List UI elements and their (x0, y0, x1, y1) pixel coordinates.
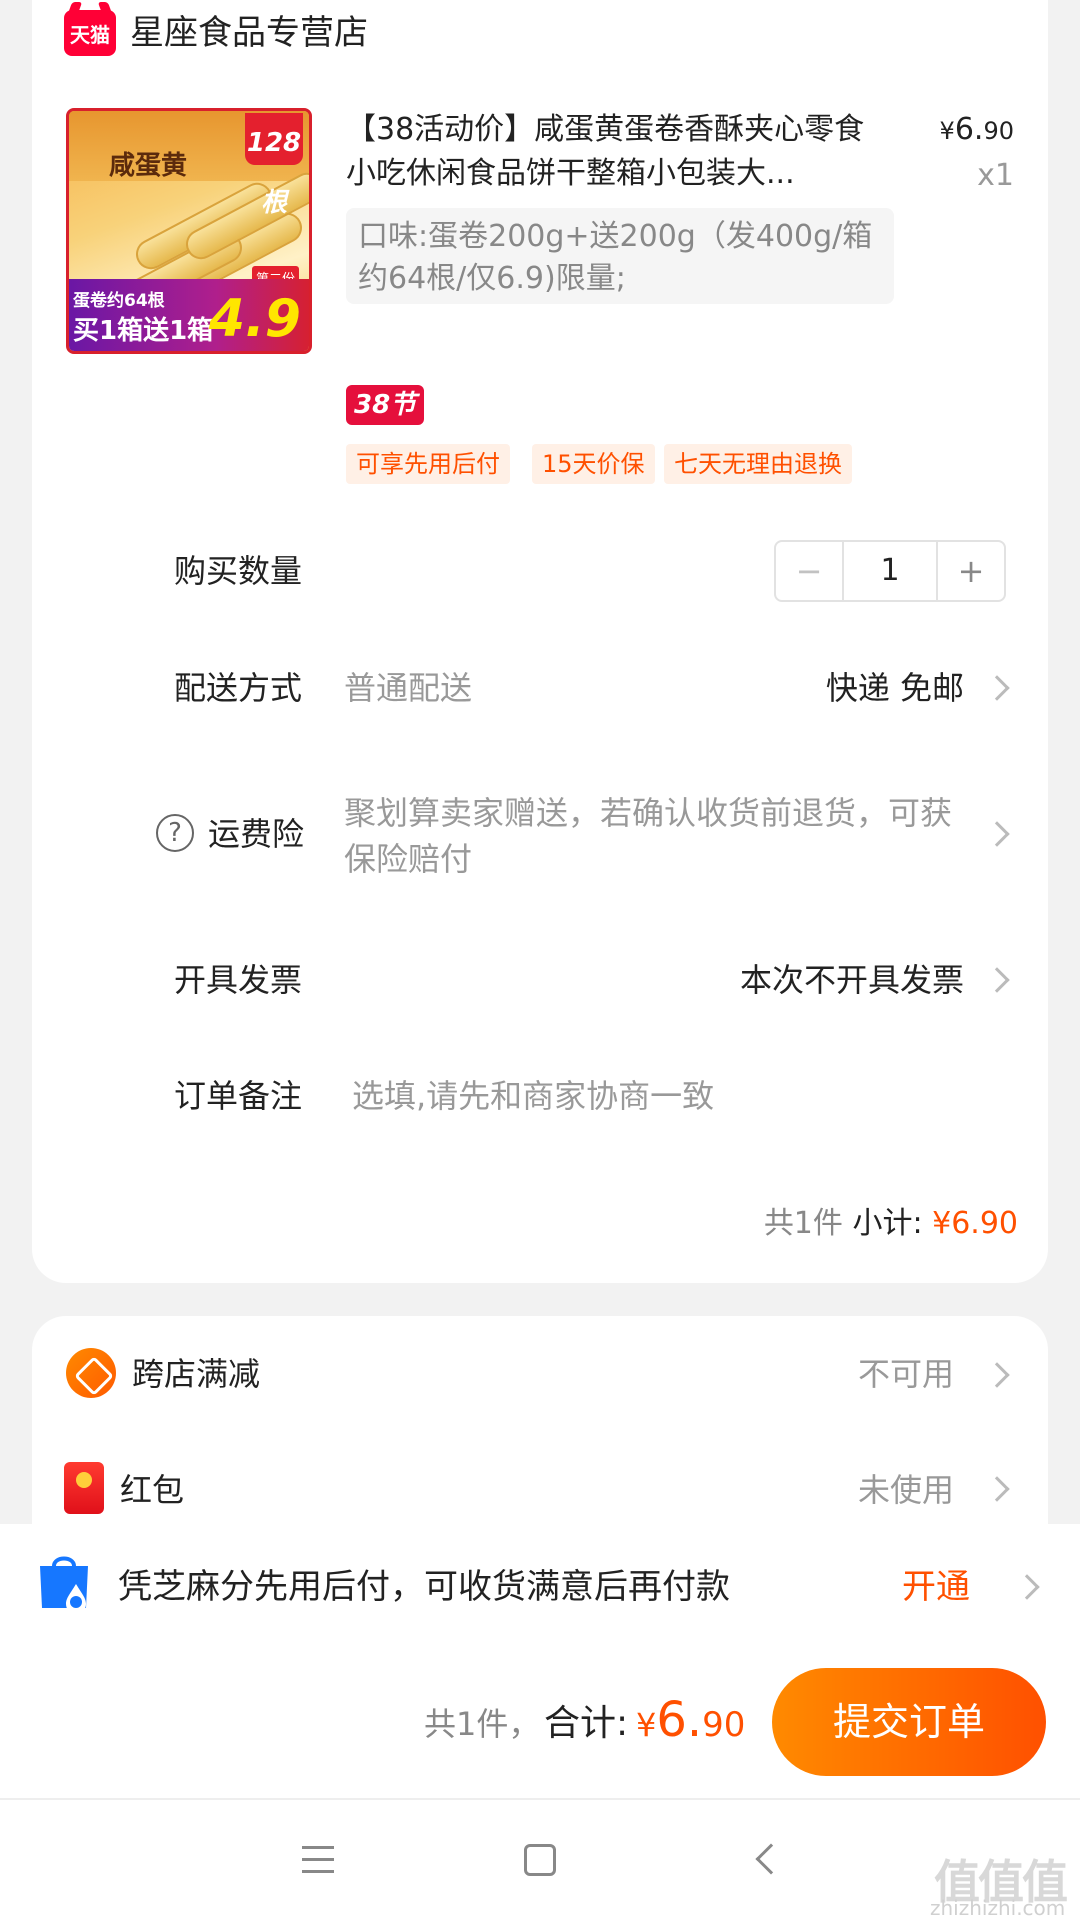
invoice-value[interactable]: 本次不开具发票 (740, 958, 964, 1002)
total-label: 合计: (544, 1703, 629, 1744)
tmall-logo: 天猫 (64, 10, 116, 56)
total-count: 共1件， (424, 1705, 541, 1743)
product-title[interactable]: 【38活动价】咸蛋黄蛋卷香酥夹心零食小吃休闲食品饼干整箱小包装大... (346, 108, 886, 196)
sku-selection[interactable]: 口味:蛋卷200g+送200g（发400g/箱约64根/仅6.9)限量; (346, 208, 894, 304)
pay-later-action[interactable]: 开通 (902, 1564, 970, 1610)
shopping-bag-icon (40, 1556, 88, 1614)
note-label: 订单备注 (174, 1077, 303, 1115)
delivery-value[interactable]: 快递 免邮 (826, 666, 964, 710)
delivery-type: 普通配送 (344, 669, 473, 707)
product-image[interactable]: 咸蛋黄 128根 第二份 蛋卷约64根 买1箱送1箱 4.9 (66, 108, 312, 354)
red-envelope-label: 红包 (120, 1471, 185, 1509)
quantity-stepper[interactable]: − 1 + (774, 540, 1006, 602)
home-icon[interactable] (524, 1844, 556, 1876)
submit-order-button[interactable]: 提交订单 (772, 1668, 1046, 1776)
quantity-label: 购买数量 (174, 552, 303, 590)
cross-store-value[interactable]: 不可用 (858, 1352, 954, 1396)
service-tag-price-protect: 15天价保 (532, 444, 655, 484)
store-name[interactable]: 星座食品专营店 (130, 10, 368, 56)
service-tag-return: 七天无理由退换 (664, 444, 852, 484)
pay-later-text: 凭芝麻分先用后付，可收货满意后再付款 (118, 1567, 730, 1607)
count-badge: 128根 (245, 113, 303, 218)
festival-tag: 38节 (346, 385, 425, 425)
delivery-label: 配送方式 (174, 669, 303, 707)
menu-icon[interactable] (302, 1846, 334, 1882)
product-price: ¥6.90 (939, 112, 1014, 147)
watermark-site: zhizhizhi.com (930, 1896, 1066, 1920)
increment-button[interactable]: + (938, 542, 1004, 600)
promo-line: 买1箱送1箱 (73, 316, 214, 346)
note-input[interactable]: 选填,请先和商家协商一致 (352, 1074, 714, 1118)
help-icon[interactable]: ? (156, 814, 194, 852)
cross-store-discount-icon (66, 1348, 116, 1398)
invoice-label: 开具发票 (174, 961, 303, 999)
insurance-text: 聚划算卖家赠送，若确认收货前退货，可获保险赔付 (344, 794, 953, 878)
decrement-button[interactable]: − (776, 542, 842, 600)
quantity-value[interactable]: 1 (842, 542, 938, 600)
red-envelope-value[interactable]: 未使用 (858, 1468, 954, 1512)
subtotal: 共1件 小计: ¥6.90 (763, 1206, 1018, 1241)
count-line: 蛋卷约64根 (73, 291, 165, 311)
insurance-label: 运费险 (208, 815, 305, 853)
product-brand-text: 咸蛋黄 (109, 151, 188, 181)
image-price: 4.9 (208, 289, 301, 349)
cross-store-label: 跨店满减 (132, 1355, 261, 1393)
product-quantity: x1 (977, 158, 1014, 193)
total-amount: ¥6.90 (636, 1692, 746, 1748)
service-tag-pay-later: 可享先用后付 (346, 444, 510, 484)
red-envelope-icon (64, 1462, 104, 1514)
